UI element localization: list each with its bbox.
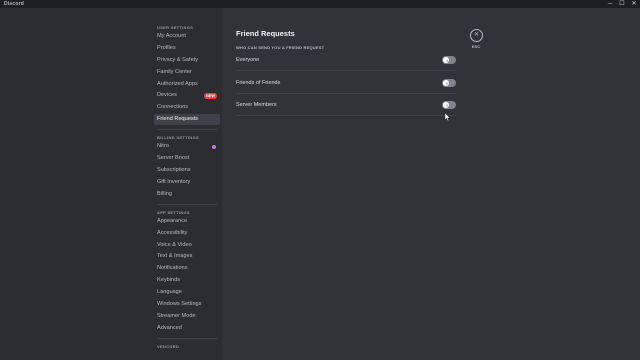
sidebar-item-language[interactable]: Language (154, 287, 220, 298)
sidebar-item-label: Devices (157, 92, 177, 99)
sidebar-item-privacy-safety[interactable]: Privacy & Safety (154, 55, 220, 66)
sidebar-item-keybinds[interactable]: Keybinds (154, 275, 220, 286)
sidebar-list: USER SETTINGS My Account Profiles Privac… (154, 24, 220, 350)
sidebar-item-voice-video[interactable]: Voice & Video (154, 240, 220, 251)
sidebar-item-windows-settings[interactable]: Windows Settings (154, 299, 220, 310)
maximize-icon[interactable]: ☐ (616, 0, 628, 8)
sidebar-item-notifications[interactable]: Notifications (154, 263, 220, 274)
app-title: Discord (4, 1, 25, 7)
esc-label: ESC (471, 44, 481, 49)
sidebar-item-friend-requests[interactable]: Friend Requests (154, 114, 220, 126)
sidebar-item-gift-inventory[interactable]: Gift Inventory (154, 177, 220, 188)
sidebar-item-server-boost[interactable]: Server Boost (154, 153, 220, 164)
section-header-user-settings: USER SETTINGS (157, 25, 194, 30)
toggle-knob: ✕ (443, 57, 449, 63)
option-label: Server Members (236, 102, 277, 108)
sidebar-item-accessibility[interactable]: Accessibility (154, 228, 220, 239)
sidebar-item-connections[interactable]: Connections (154, 102, 220, 113)
sidebar-divider (157, 203, 217, 205)
section-header-vencord: VENCORD (157, 343, 180, 349)
sidebar-item-streamer-mode[interactable]: Streamer Mode (154, 311, 220, 322)
sidebar-item-devices[interactable]: Devices NEW (154, 90, 220, 101)
toggle-knob: ✕ (443, 102, 449, 108)
settings-sidebar: USER SETTINGS My Account Profiles Privac… (0, 8, 222, 360)
sidebar-item-nitro[interactable]: Nitro (154, 141, 220, 152)
row-divider (236, 93, 456, 94)
sidebar-item-authorized-apps[interactable]: Authorized Apps (154, 79, 220, 90)
option-label: Friends of Friends (236, 80, 281, 86)
sidebar-item-label: Nitro (157, 143, 169, 150)
row-divider (236, 70, 456, 71)
everyone-toggle[interactable]: ✕ (442, 56, 456, 64)
nitro-icon (212, 144, 216, 149)
sidebar-item-my-account[interactable]: My Account (154, 31, 220, 42)
window-controls: ─ ☐ ✕ (604, 0, 640, 8)
sidebar-item-billing[interactable]: Billing (154, 189, 220, 200)
new-badge: NEW (204, 92, 217, 99)
friends-of-friends-toggle[interactable]: ✕ (442, 79, 456, 87)
sidebar-divider (157, 337, 217, 339)
x-icon: ✕ (445, 102, 449, 108)
sidebar-item-subscriptions[interactable]: Subscriptions (154, 165, 220, 176)
option-row-friends-of-friends: Friends of Friends ✕ (236, 79, 456, 101)
minimize-icon[interactable]: ─ (604, 0, 616, 8)
section-header-app-settings: APP SETTINGS (157, 209, 190, 215)
x-icon: ✕ (445, 57, 449, 63)
option-row-server-members: Server Members ✕ (236, 101, 456, 123)
mouse-cursor-icon (445, 113, 450, 121)
title-bar: Discord ─ ☐ ✕ (0, 0, 640, 8)
close-window-icon[interactable]: ✕ (628, 0, 640, 8)
x-icon: ✕ (445, 80, 449, 86)
close-icon[interactable]: ✕ (470, 29, 483, 42)
toggle-knob: ✕ (443, 80, 449, 86)
option-row-everyone: Everyone ✕ (236, 56, 456, 78)
section-subheader: WHO CAN SEND YOU A FRIEND REQUEST (236, 45, 325, 50)
sidebar-item-advanced[interactable]: Advanced (154, 323, 220, 334)
sidebar-divider (157, 129, 217, 131)
page-title: Friend Requests (236, 29, 295, 38)
server-members-toggle[interactable]: ✕ (442, 101, 456, 109)
sidebar-item-family-center[interactable]: Family Center (154, 67, 220, 78)
sidebar-item-text-images[interactable]: Text & Images (154, 251, 220, 262)
sidebar-item-appearance[interactable]: Appearance (154, 216, 220, 227)
option-label: Everyone (236, 57, 260, 63)
sidebar-item-profiles[interactable]: Profiles (154, 43, 220, 54)
row-divider (236, 115, 456, 116)
section-header-billing-settings: BILLING SETTINGS (157, 135, 199, 141)
